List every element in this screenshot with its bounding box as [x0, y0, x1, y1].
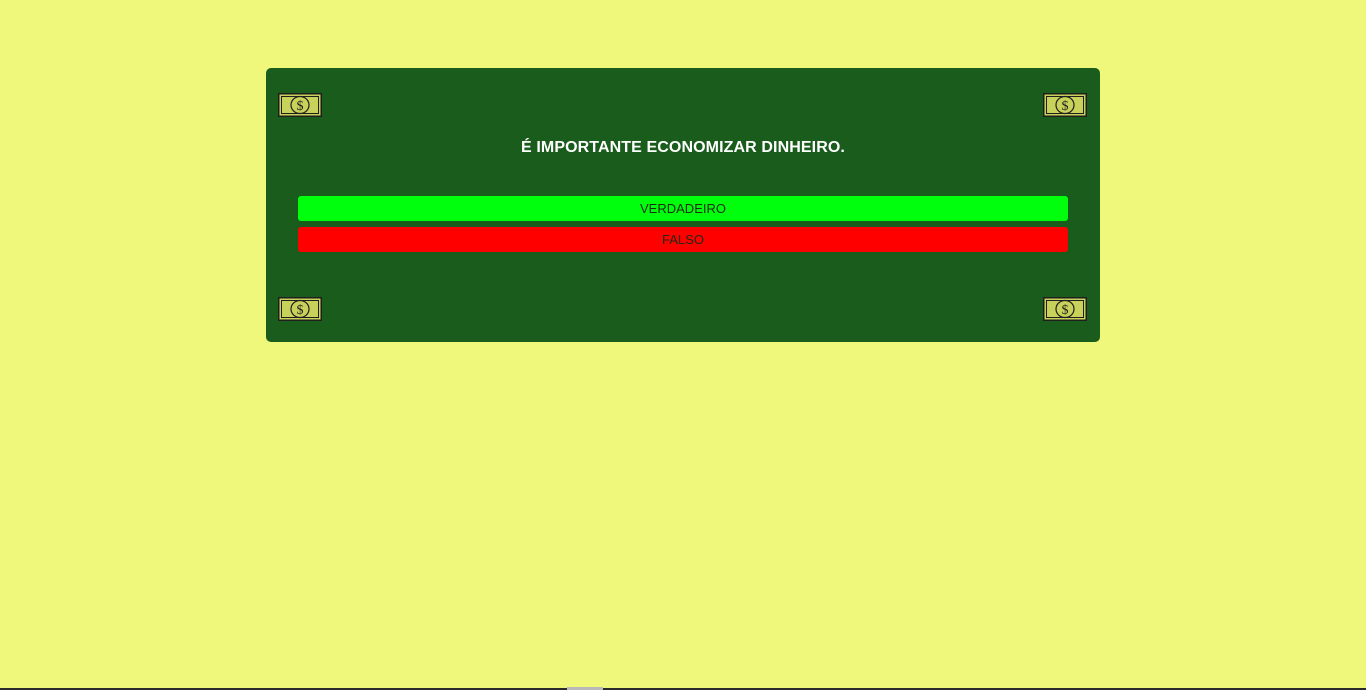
quiz-card: $ $ É IMPORTANTE ECONOMIZAR DINHEIRO. VE…	[266, 68, 1100, 342]
dollar-bill-icon: $	[278, 93, 322, 117]
svg-text:$: $	[1062, 303, 1069, 318]
false-answer-button[interactable]: FALSO	[298, 227, 1068, 252]
page: $ $ É IMPORTANTE ECONOMIZAR DINHEIRO. VE…	[0, 0, 1366, 690]
dollar-bill-icon: $	[1043, 93, 1087, 117]
dollar-bill-icon: $	[278, 297, 322, 321]
svg-text:$: $	[1062, 99, 1069, 114]
svg-text:$: $	[297, 303, 304, 318]
dollar-bill-icon: $	[1043, 297, 1087, 321]
true-answer-button[interactable]: VERDADEIRO	[298, 196, 1068, 221]
question-text: É IMPORTANTE ECONOMIZAR DINHEIRO.	[521, 139, 845, 156]
svg-text:$: $	[297, 99, 304, 114]
